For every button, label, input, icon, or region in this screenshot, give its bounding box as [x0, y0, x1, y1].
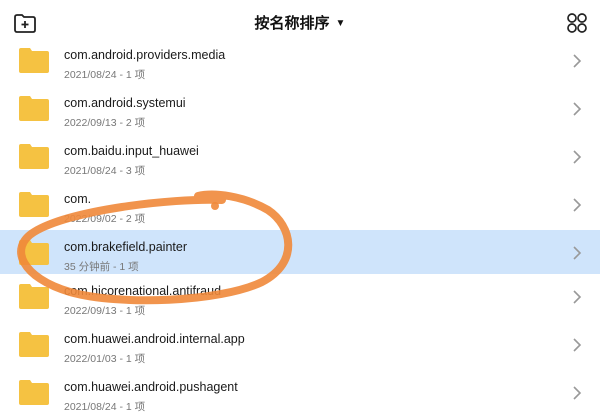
item-meta: 35 分钟前 - 1 项	[64, 261, 139, 273]
sort-dropdown[interactable]: 按名称排序 ▼	[0, 12, 600, 33]
item-meta: 2022/01/03 - 1 项	[64, 353, 146, 365]
chevron-right-icon	[573, 246, 582, 260]
list-item[interactable]: com.huawei.android.internal.app 2022/01/0…	[0, 322, 600, 370]
chevron-right-icon	[573, 150, 582, 164]
item-name: com.android.providers.media	[64, 48, 226, 62]
list-item[interactable]: com.brakefield.painter 35 分钟前 - 1 项	[0, 230, 600, 274]
folder-icon	[19, 192, 49, 217]
grid-view-icon[interactable]	[564, 10, 590, 36]
chevron-right-icon	[573, 54, 582, 68]
item-name: com.	[64, 192, 92, 206]
item-meta: 2022/09/02 - 2 项	[64, 213, 146, 225]
folder-icon	[19, 332, 49, 357]
list-item[interactable]: com.android.systemui 2022/09/13 - 2 项	[0, 86, 600, 134]
folder-icon	[19, 380, 49, 405]
list-item[interactable]: com.huawei.android.pushagent 2021/08/24 -…	[0, 370, 600, 418]
chevron-right-icon	[573, 386, 582, 400]
folder-icon	[19, 240, 49, 265]
list-item[interactable]: com.hicorenational.antifraud 2022/09/13 -…	[0, 274, 600, 322]
list-item[interactable]: com.baidu.input_huawei 2021/08/24 - 3 项	[0, 134, 600, 182]
item-name: com.huawei.android.pushagent	[64, 380, 238, 394]
chevron-right-icon	[573, 102, 582, 116]
folder-icon	[19, 96, 49, 121]
folder-icon	[19, 144, 49, 169]
folder-icon	[19, 48, 49, 73]
sort-label: 按名称排序	[254, 15, 330, 32]
item-name: com.android.systemui	[64, 96, 186, 110]
item-name: com.brakefield.painter	[64, 240, 187, 254]
chevron-right-icon	[573, 338, 582, 352]
item-meta: 2021/08/24 - 3 项	[64, 165, 146, 177]
item-meta: 2022/09/13 - 2 项	[64, 117, 146, 129]
list-item[interactable]: com. 2022/09/02 - 2 项	[0, 182, 600, 230]
item-meta: 2022/09/13 - 1 项	[64, 305, 146, 317]
item-name: com.huawei.android.internal.app	[64, 332, 245, 346]
file-list: com.android.providers.media 2021/08/24 - …	[0, 38, 600, 418]
list-item[interactable]: com.android.providers.media 2021/08/24 - …	[0, 38, 600, 86]
chevron-right-icon	[573, 290, 582, 304]
item-meta: 2021/08/24 - 1 项	[64, 69, 146, 81]
folder-icon	[19, 284, 49, 309]
item-name: com.hicorenational.antifraud	[64, 284, 222, 298]
chevron-right-icon	[573, 198, 582, 212]
item-name: com.baidu.input_huawei	[64, 144, 199, 158]
caret-down-icon: ▼	[335, 18, 346, 29]
